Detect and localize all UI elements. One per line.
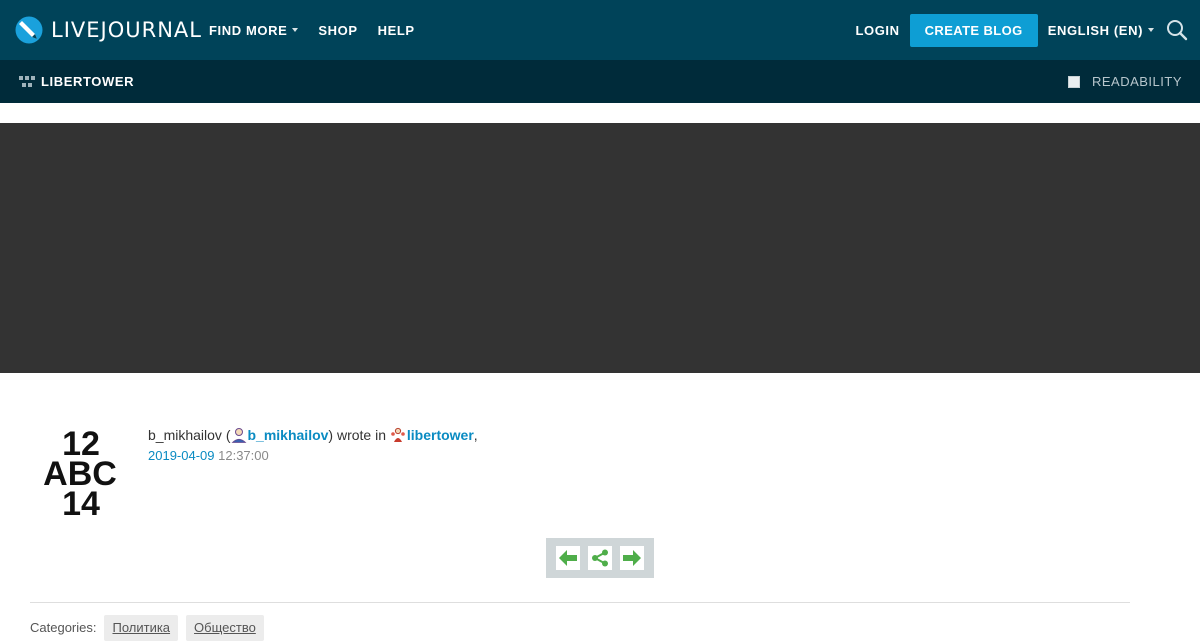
arrow-right-icon <box>623 550 641 566</box>
community-link[interactable]: libertower <box>407 427 474 443</box>
next-entry-button[interactable] <box>620 546 644 570</box>
readability-label: READABILITY <box>1091 74 1182 89</box>
post-date-link[interactable]: 2019-04-09 <box>148 448 215 463</box>
header-right: LOGIN CREATE BLOG ENGLISH (EN) <box>855 0 1200 60</box>
user-icon <box>231 428 246 443</box>
journal-bar: LIBERTOWER READABILITY <box>0 60 1200 103</box>
livejournal-logo-icon <box>15 16 43 44</box>
chevron-down-icon <box>292 28 299 32</box>
wrote-in-text: ) wrote in <box>328 427 390 443</box>
paren-open: ( <box>221 427 231 443</box>
category-tag[interactable]: Политика <box>104 615 179 641</box>
language-label: ENGLISH (EN) <box>1047 22 1143 38</box>
divider <box>30 602 1130 603</box>
nav-help[interactable]: HELP <box>378 23 415 38</box>
logo-text: LIVEJOURNAL <box>51 18 202 42</box>
readability-toggle[interactable]: READABILITY <box>1067 60 1182 103</box>
arrow-left-icon <box>559 550 577 566</box>
create-blog-button[interactable]: CREATE BLOG <box>909 13 1038 47</box>
journal-link[interactable]: LIBERTOWER <box>19 60 134 103</box>
post-author-line: b_mikhailov ( b_mikhailov) wrote in libe… <box>148 425 478 445</box>
community-icon <box>391 427 405 442</box>
community-icon <box>19 75 35 87</box>
nav-find-more-label: FIND MORE <box>209 22 288 38</box>
share-icon <box>592 549 608 567</box>
entry-navigation <box>546 538 654 578</box>
author-link[interactable]: b_mikhailov <box>248 427 329 443</box>
livejournal-logo[interactable]: LIVEJOURNAL <box>15 15 202 45</box>
journal-banner <box>0 123 1200 373</box>
author-name: b_mikhailov <box>148 427 222 443</box>
search-icon[interactable] <box>1166 19 1188 41</box>
chevron-down-icon <box>1148 28 1154 32</box>
categories: Categories: Политика Общество <box>30 615 272 641</box>
journal-name: LIBERTOWER <box>41 74 135 89</box>
userpic-image: 12 ABC 14 <box>43 425 117 523</box>
post-time: 12:37:00 <box>218 448 269 463</box>
userpic-line-3: 14 <box>62 485 100 523</box>
previous-entry-button[interactable] <box>556 546 580 570</box>
post-date-line: 2019-04-09 12:37:00 <box>148 446 269 466</box>
nav-find-more[interactable]: FIND MORE <box>209 22 299 38</box>
comma: , <box>473 427 478 443</box>
main-nav: FIND MORE SHOP HELP <box>209 0 435 60</box>
categories-label: Categories: <box>30 620 97 635</box>
nav-shop-label: SHOP <box>318 22 358 38</box>
top-header: LIVEJOURNAL FIND MORE SHOP HELP LOGIN CR… <box>0 0 1200 60</box>
category-tag[interactable]: Общество <box>186 615 264 641</box>
language-selector[interactable]: ENGLISH (EN) <box>1048 23 1154 38</box>
login-link[interactable]: LOGIN <box>855 23 899 38</box>
nav-shop[interactable]: SHOP <box>318 23 357 38</box>
share-entry-button[interactable] <box>588 546 612 570</box>
readability-checkbox[interactable] <box>1067 75 1080 88</box>
nav-help-label: HELP <box>377 22 415 38</box>
userpic[interactable]: 12 ABC 14 <box>30 423 130 523</box>
